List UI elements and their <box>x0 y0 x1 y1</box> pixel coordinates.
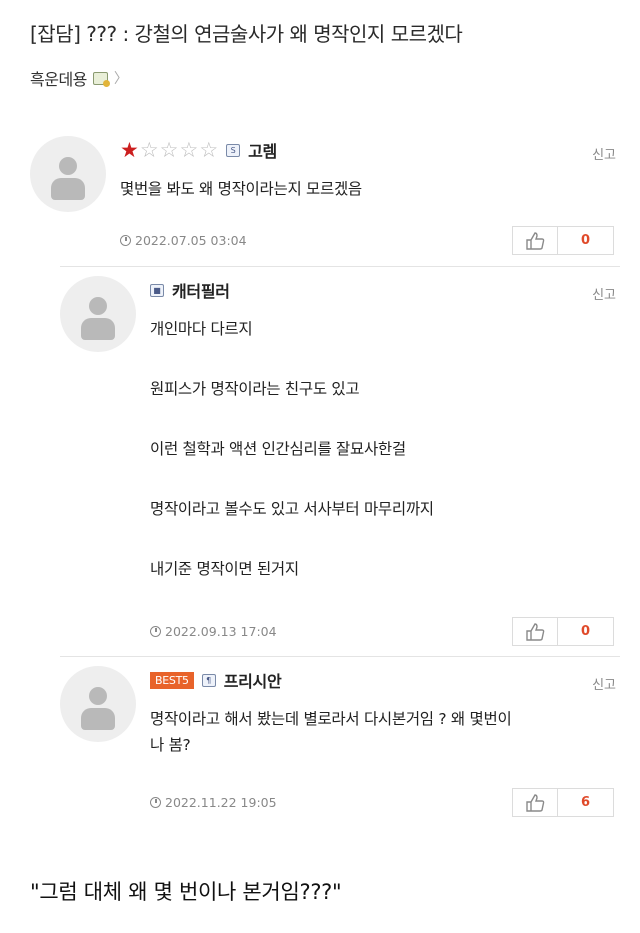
star-empty-icon: ☆ <box>179 137 199 162</box>
like-button[interactable] <box>513 227 558 254</box>
star-empty-icon: ☆ <box>139 137 159 162</box>
like-widget: 0 <box>512 226 614 255</box>
comment-meta: 2022.11.22 19:05 <box>150 795 277 810</box>
star-empty-icon: ☆ <box>159 137 179 162</box>
like-count: 0 <box>580 624 591 639</box>
clock-icon <box>120 235 131 246</box>
report-link[interactable]: 신고 <box>592 284 616 303</box>
comment-body: 개인마다 다르지 원피스가 명작이라는 친구도 있고 이런 철학과 액션 인간심… <box>150 316 434 616</box>
comment-date: 2022.11.22 19:05 <box>165 795 277 810</box>
comment-body: 명작이라고 해서 봤는데 별로라서 다시본거임 ? 왜 몇번이 나 봄? <box>150 706 512 758</box>
comment-nickname[interactable]: 캐터필러 <box>172 278 230 302</box>
comment-line: 나 봄? <box>150 736 191 754</box>
comment-line: 명작이라고 해서 봤는데 별로라서 다시본거임 ? 왜 몇번이 <box>150 710 512 728</box>
like-button[interactable] <box>513 789 558 816</box>
avatar-head-shape <box>89 297 107 315</box>
user-grade-icon: S <box>226 143 241 157</box>
comment-divider <box>60 266 620 267</box>
clock-icon <box>150 797 161 808</box>
thumbs-up-icon <box>526 231 545 250</box>
avatar[interactable] <box>30 136 106 212</box>
comment-divider <box>60 656 620 657</box>
comment-header: ★ ☆ ☆ ☆ ☆ S 고렘 <box>120 138 277 162</box>
comment-line: 몇번을 봐도 왜 명작이라는지 모르겠음 <box>120 180 362 198</box>
report-link[interactable]: 신고 <box>592 144 616 163</box>
comment-date: 2022.09.13 17:04 <box>165 624 277 639</box>
avatar-head-shape <box>59 157 77 175</box>
avatar[interactable] <box>60 276 136 352</box>
avatar-body-shape <box>81 318 115 340</box>
post-title: [잡담] ??? : 강철의 연금술사가 왜 명작인지 모르겠다 <box>30 22 463 46</box>
user-grade-icon: ¶ <box>201 673 216 687</box>
comment-header: ■ 캐터필러 <box>150 278 230 302</box>
thumbs-up-icon <box>526 622 545 641</box>
comment-meta: 2022.07.05 03:04 <box>120 233 247 248</box>
comment-header: BEST5 ¶ 프리시안 <box>150 668 282 692</box>
report-link[interactable]: 신고 <box>592 674 616 693</box>
member-level-icon <box>92 71 110 87</box>
comment-line: 원피스가 명작이라는 친구도 있고 <box>150 380 360 398</box>
comment-line: 명작이라고 볼수도 있고 서사부터 마무리까지 <box>150 500 434 518</box>
avatar-body-shape <box>81 708 115 730</box>
comment-meta: 2022.09.13 17:04 <box>150 624 277 639</box>
comment-nickname[interactable]: 고렘 <box>248 138 277 162</box>
star-filled-icon: ★ <box>120 137 139 162</box>
comment-body: 몇번을 봐도 왜 명작이라는지 모르겠음 <box>120 176 362 203</box>
like-widget: 0 <box>512 617 614 646</box>
post-author[interactable]: 흑운데용 〉 <box>30 66 128 90</box>
comment-line: 내기준 명작이면 된거지 <box>150 560 299 578</box>
caption-text: "그럼 대체 왜 몇 번이나 본거임???" <box>30 880 342 904</box>
clock-icon <box>150 626 161 637</box>
star-empty-icon: ☆ <box>199 137 219 162</box>
comment-line: 개인마다 다르지 <box>150 320 253 338</box>
like-count: 6 <box>580 795 591 810</box>
avatar[interactable] <box>60 666 136 742</box>
author-name[interactable]: 흑운데용 <box>30 66 87 90</box>
comment-nickname[interactable]: 프리시안 <box>224 668 282 692</box>
avatar-body-shape <box>51 178 85 200</box>
best-badge: BEST5 <box>150 671 194 689</box>
comment-line: 이런 철학과 액션 인간심리를 잘묘사한걸 <box>150 440 406 458</box>
chevron-right-icon[interactable]: 〉 <box>114 68 128 88</box>
comment-date: 2022.07.05 03:04 <box>135 233 247 248</box>
thumbs-up-icon <box>526 793 545 812</box>
like-count: 0 <box>580 233 591 248</box>
avatar-head-shape <box>89 687 107 705</box>
star-rating: ★ ☆ ☆ ☆ ☆ <box>120 137 219 162</box>
user-grade-icon: ■ <box>150 283 164 297</box>
like-button[interactable] <box>513 618 558 645</box>
like-widget: 6 <box>512 788 614 817</box>
